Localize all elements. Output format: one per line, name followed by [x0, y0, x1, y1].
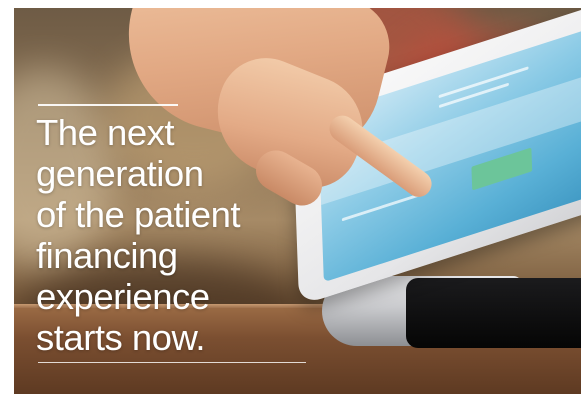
headline-line: experience — [36, 276, 210, 317]
screen-button — [471, 147, 533, 191]
screen-text-line — [341, 192, 422, 222]
headline-rule-bottom — [38, 362, 306, 363]
headline-line: starts now. — [36, 317, 205, 358]
kiosk-stand-shadow — [406, 278, 581, 348]
headline-rule-top — [38, 104, 178, 106]
headline-line: of the patient — [36, 194, 241, 235]
headline-line: generation — [36, 153, 204, 194]
headline-line: The next — [36, 112, 175, 153]
headline: The next generation of the patient finan… — [36, 112, 306, 358]
headline-line: financing — [36, 235, 178, 276]
